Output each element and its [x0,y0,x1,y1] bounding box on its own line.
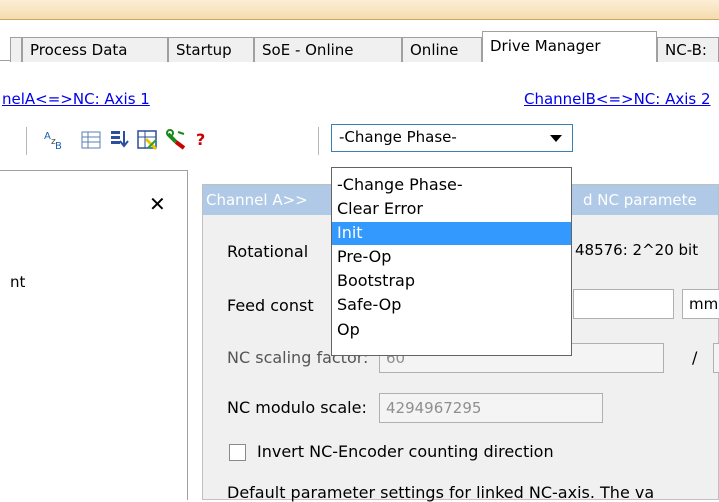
invert-encoder-label: Invert NC-Encoder counting direction [257,442,554,461]
combo-value: -Change Phase- [339,128,457,146]
tab-label: Process Data [30,41,128,59]
tab-startup[interactable]: Startup [168,37,254,62]
option-label: Init [337,223,363,242]
tab-strip: Process Data Startup SoE - Online Online… [0,27,719,62]
nc-modulo-value: 4294967295 [386,399,482,417]
tab-label: Drive Manager [490,37,601,55]
toolbar-separator [26,127,27,155]
dropdown-option-init[interactable]: Init [332,222,571,245]
dropdown-option-clear-error[interactable]: Clear Error [332,198,571,221]
feed-constant-field[interactable] [573,289,674,319]
option-label: Clear Error [337,199,423,218]
left-panel-item[interactable]: nt [10,273,25,291]
tab-soe-online[interactable]: SoE - Online [254,37,402,62]
help-icon[interactable]: ? [196,128,212,152]
tab-partial[interactable] [10,37,22,62]
tab-label: Online [410,41,459,59]
dialog-title-right: d NC paramete [583,191,697,209]
invert-encoder-checkbox[interactable] [229,444,246,461]
dialog-title-left: Channel A>> [206,191,308,209]
option-label: Op [337,320,360,339]
download-icon[interactable] [108,128,132,152]
channel-b-link[interactable]: ChannelB<=>NC: Axis 2 [524,90,711,108]
rotational-label: Rotational [227,242,309,261]
feed-unit-select[interactable]: mm [682,289,719,319]
close-icon[interactable]: ✕ [149,192,166,216]
tab-label: NC-B: [665,41,707,59]
tab-process-data[interactable]: Process Data [22,37,168,62]
tab-label: Startup [176,41,232,59]
tab-label: SoE - Online [262,41,354,59]
chevron-down-icon[interactable] [550,135,562,142]
channel-a-link[interactable]: nelA<=>NC: Axis 1 [2,90,150,108]
wrench-icon[interactable] [164,128,188,152]
svg-text:B: B [55,141,62,152]
option-label: Safe-Op [337,295,402,314]
option-label: -Change Phase- [337,175,463,194]
left-panel: ✕ nt [0,170,188,500]
tab-nc-b[interactable]: NC-B: [657,37,719,62]
list-view-icon[interactable] [79,128,103,152]
feed-unit: mm [689,295,719,313]
svg-text:A: A [44,131,51,142]
default-settings-text: Default parameter settings for linked NC… [227,483,655,502]
dropdown-option-op[interactable]: Op [332,319,571,342]
tab-drive-manager[interactable]: Drive Manager [482,31,657,62]
option-label: Bootstrap [337,271,415,290]
table-tool-icon[interactable] [136,128,160,152]
dropdown-option-change-phase[interactable]: -Change Phase- [332,174,571,197]
az-sort-icon[interactable]: A B z [43,128,67,152]
help-glyph: ? [196,130,206,149]
toolbar-separator [318,127,319,155]
feed-constant-label: Feed const [227,296,314,315]
option-label: Pre-Op [337,247,392,266]
nc-scaling-divisor-field [713,343,719,373]
rotational-value: 48576: 2^20 bit [575,241,699,259]
rotational-field[interactable]: 48576: 2^20 bit [573,236,719,266]
window-title-strip [0,0,719,20]
tab-online[interactable]: Online [402,37,482,62]
dropdown-option-safe-op[interactable]: Safe-Op [332,294,571,317]
dropdown-option-bootstrap[interactable]: Bootstrap [332,270,571,293]
dropdown-option-pre-op[interactable]: Pre-Op [332,246,571,269]
svg-text:z: z [51,137,56,147]
slash-label: / [692,348,698,367]
nc-modulo-field: 4294967295 [379,393,603,423]
change-phase-dropdown: -Change Phase- Clear Error Init Pre-Op B… [331,167,572,356]
nc-modulo-label: NC modulo scale: [227,398,367,417]
change-phase-combo[interactable]: -Change Phase- [331,124,573,152]
